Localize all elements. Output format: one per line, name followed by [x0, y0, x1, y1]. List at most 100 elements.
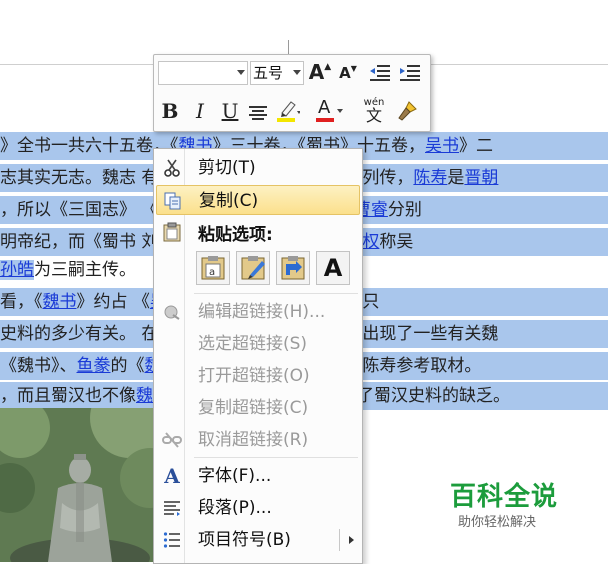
- clipboard-icon: [162, 222, 182, 242]
- text-run: 》全书一共六十五卷，《: [0, 136, 179, 156]
- chevron-down-icon: [237, 70, 245, 75]
- menu-item-select-hyperlink[interactable]: 选定超链接(S): [156, 329, 360, 359]
- italic-icon: I: [196, 99, 204, 123]
- menu-item-label: 剪切(T): [198, 158, 256, 178]
- menu-item-label: 复制超链接(C): [198, 398, 309, 418]
- text-run: ，所以《三国志》: [0, 200, 136, 220]
- menu-separator: [194, 457, 358, 458]
- shrink-font-button[interactable]: A ▼: [336, 61, 360, 85]
- watermark-slogan: 助你轻松解决: [458, 515, 537, 530]
- center-align-button[interactable]: [246, 101, 270, 125]
- paste-options-header: 粘贴选项:: [198, 225, 273, 245]
- font-color-button[interactable]: A: [314, 97, 344, 123]
- paste-text-only-button[interactable]: A: [316, 251, 350, 285]
- menu-item-label: 选定超链接(S): [198, 334, 308, 354]
- hyperlink[interactable]: 孙皓: [0, 260, 34, 280]
- menu-item-paragraph[interactable]: 段落(P)...: [156, 493, 360, 523]
- hyperlink[interactable]: 魏: [136, 386, 153, 406]
- menu-item-label: 字体(F)...: [198, 466, 272, 486]
- mini-toolbar: 五号 A ▲ A ▼ B I U A wén 文: [153, 54, 431, 132]
- text-run: 史料的多少有关。: [0, 324, 136, 344]
- text-run: 《: [127, 292, 150, 312]
- font-size-value: 五号: [253, 64, 284, 82]
- phonetic-guide-button[interactable]: wén 文: [360, 97, 388, 125]
- menu-item-label: 段落(P)...: [198, 498, 272, 518]
- submenu-arrow-icon[interactable]: [349, 536, 354, 544]
- grow-font-button[interactable]: A ▲: [308, 60, 332, 84]
- chevron-down-icon: [293, 70, 301, 75]
- menu-item-label: 取消超链接(R): [198, 430, 309, 450]
- highlighter-icon: [277, 101, 300, 122]
- hyperlink[interactable]: 吴书: [425, 136, 459, 156]
- scissors-icon: [162, 158, 182, 178]
- remove-link-icon: [162, 430, 182, 450]
- paste-keep-source-button[interactable]: a: [196, 251, 230, 285]
- underline-button[interactable]: U: [218, 99, 242, 123]
- text-run: 是: [447, 168, 465, 188]
- font-color-icon: A: [318, 97, 331, 118]
- text-run: 》约占: [76, 292, 128, 312]
- menu-item-open-hyperlink[interactable]: 打开超链接(O): [156, 361, 360, 391]
- italic-button[interactable]: I: [188, 99, 212, 123]
- text-run: 《魏书》、: [0, 356, 77, 376]
- font-size-dropdown[interactable]: 五号: [250, 61, 304, 85]
- document-line[interactable]: 孙皓为三嗣主传。: [0, 256, 154, 284]
- text-run: 的《: [110, 356, 145, 376]
- menu-item-cut[interactable]: 剪切(T): [156, 153, 360, 183]
- menu-item-label: 编辑超链接(H)...: [198, 302, 326, 322]
- text-run: 看，《: [0, 292, 43, 312]
- phonetic-char: 文: [365, 106, 382, 125]
- copy-icon: [163, 191, 183, 211]
- text-run: 志其实无志。魏志: [0, 168, 136, 188]
- format-painter-button[interactable]: [396, 99, 420, 123]
- hyperlink[interactable]: 陈寿: [413, 168, 447, 188]
- bold-icon: B: [161, 99, 179, 123]
- caret-up-icon: ▲: [324, 62, 332, 72]
- hyperlink[interactable]: 鱼豢: [77, 356, 111, 376]
- menu-item-font[interactable]: A 字体(F)...: [156, 461, 360, 491]
- increase-indent-button[interactable]: [398, 61, 422, 85]
- svg-text:a: a: [209, 267, 215, 278]
- text-run: 分别: [387, 200, 422, 220]
- paste-keep-source-icon: a: [201, 256, 225, 280]
- bullet-list-icon: [162, 530, 182, 550]
- paste-merge-format-icon: [241, 256, 265, 280]
- watermark-logo-text: 百科全说: [450, 482, 559, 512]
- text-run: 》二: [459, 136, 493, 156]
- text-run: 为三嗣主传。: [34, 260, 136, 280]
- paste-text-only-icon: A: [323, 254, 343, 282]
- caret-down-icon: ▼: [350, 63, 357, 73]
- shrink-font-icon: A: [339, 64, 351, 82]
- align-center-icon: [249, 106, 267, 120]
- underline-icon: U: [221, 99, 239, 123]
- font-icon: A: [164, 464, 180, 488]
- menu-item-copy[interactable]: 复制(C): [156, 185, 360, 215]
- increase-indent-icon: [400, 65, 420, 81]
- submenu-divider: [339, 529, 340, 551]
- paste-arrow-icon: [281, 256, 305, 280]
- font-name-dropdown[interactable]: [158, 61, 248, 85]
- globe-link-icon: [162, 302, 182, 322]
- paste-merge-format-button[interactable]: [236, 251, 270, 285]
- decrease-indent-button[interactable]: [368, 61, 392, 85]
- hyperlink[interactable]: 魏书: [43, 292, 77, 312]
- chevron-down-icon: [337, 109, 343, 113]
- text-run: 明帝纪，而《蜀书: [0, 232, 136, 252]
- paste-picture-button[interactable]: [276, 251, 310, 285]
- menu-item-edit-hyperlink[interactable]: 编辑超链接(H)...: [156, 297, 360, 327]
- font-color-swatch: [316, 118, 334, 122]
- menu-item-remove-hyperlink[interactable]: 取消超链接(R): [156, 425, 360, 455]
- menu-item-copy-hyperlink[interactable]: 复制超链接(C): [156, 393, 360, 423]
- hyperlink[interactable]: 晋朝: [464, 168, 498, 188]
- highlight-color-button[interactable]: [276, 99, 300, 123]
- context-menu: 剪切(T) 复制(C) 粘贴选项: a A 编辑超链接(H)... 选定超链接(…: [153, 148, 363, 564]
- menu-item-label: 打开超链接(O): [198, 366, 310, 386]
- format-painter-icon: [398, 101, 417, 121]
- bold-button[interactable]: B: [158, 99, 182, 123]
- text-run: 称吴: [379, 232, 414, 252]
- paragraph-icon: [162, 498, 182, 518]
- document-image-statue[interactable]: [0, 408, 160, 562]
- text-run: ，而且蜀汉也不像: [0, 386, 136, 406]
- menu-item-label: 复制(C): [199, 191, 259, 211]
- menu-item-bullets[interactable]: 项目符号(B): [156, 525, 360, 555]
